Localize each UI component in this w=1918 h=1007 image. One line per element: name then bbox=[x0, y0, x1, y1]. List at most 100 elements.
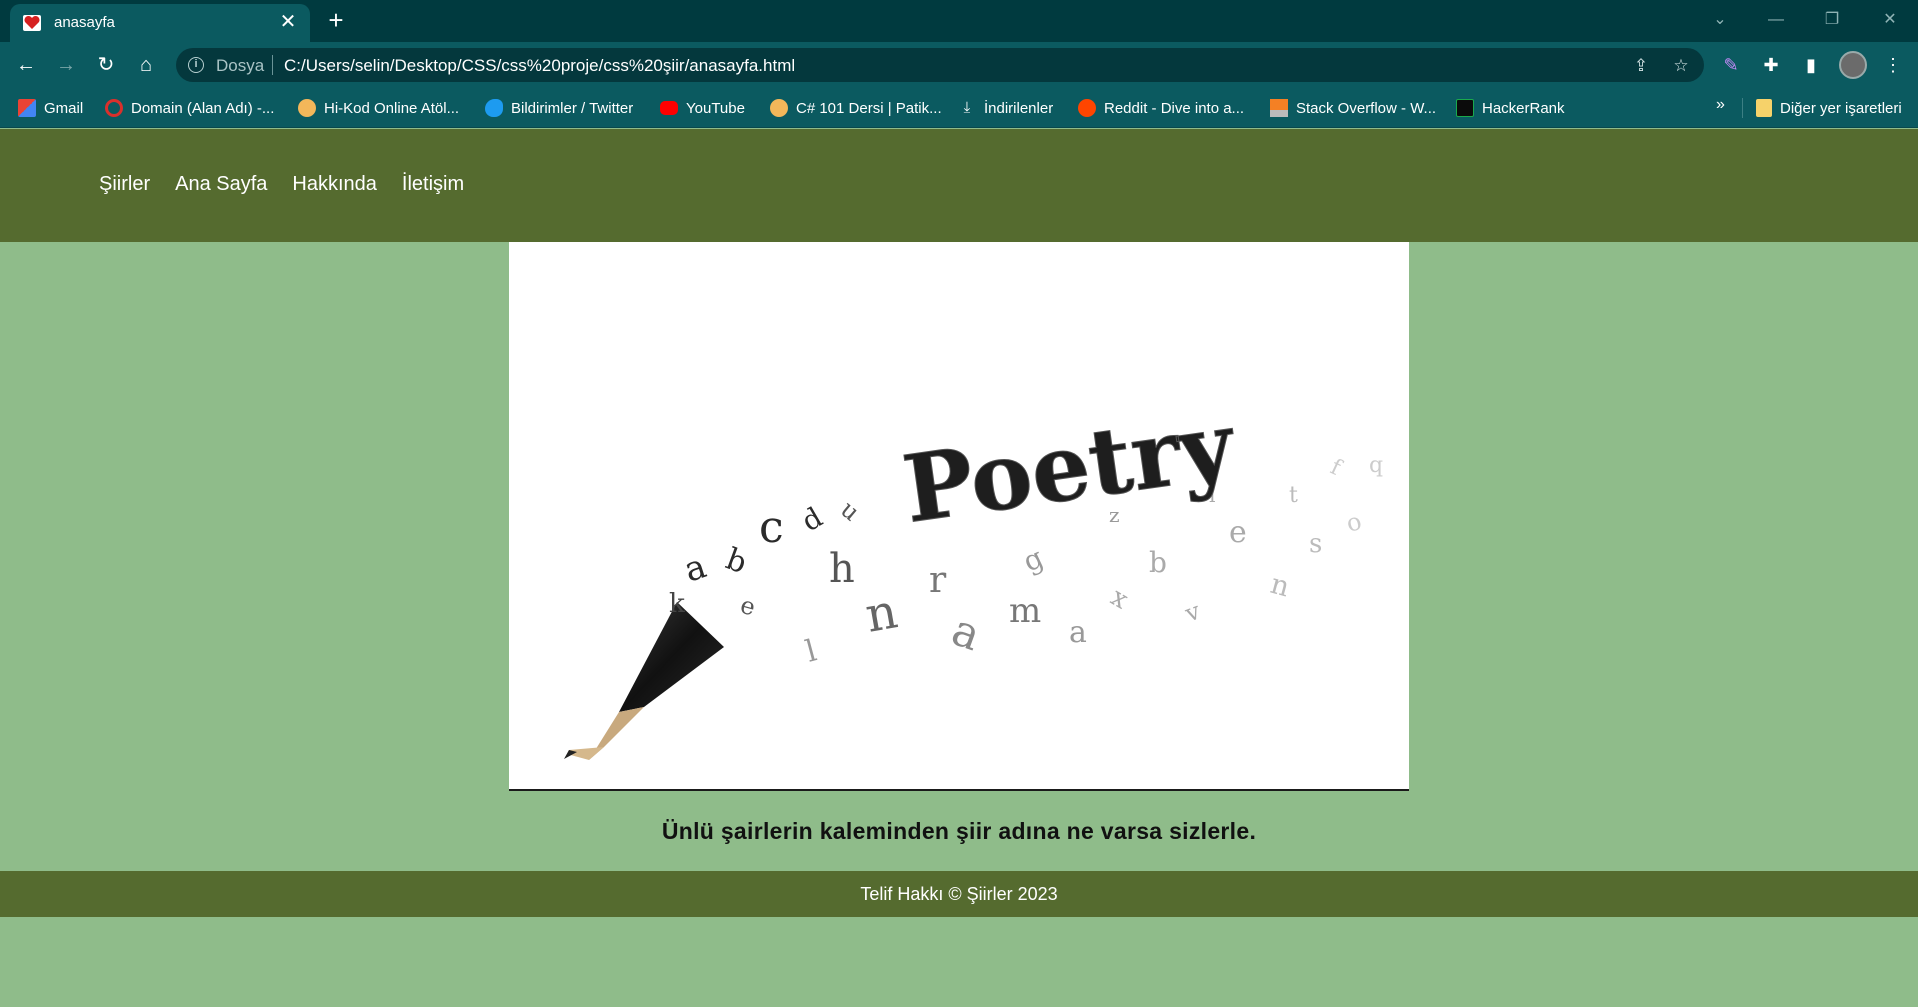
svg-text:q: q bbox=[1369, 453, 1383, 478]
feather-extension-icon[interactable]: ✎ bbox=[1718, 52, 1744, 78]
bookmark-patika[interactable]: C# 101 Dersi | Patik... bbox=[770, 96, 942, 120]
nav-link-iletisim[interactable]: İletişim bbox=[402, 173, 464, 196]
bookmarks-divider bbox=[1742, 98, 1743, 118]
bookmark-other-folder[interactable]: Diğer yer işaretleri bbox=[1756, 96, 1902, 120]
svg-text:g: g bbox=[1018, 541, 1048, 579]
bookmark-label: Hi-Kod Online Atöl... bbox=[324, 99, 460, 117]
browser-titlebar: anasayfa ✕ + ⌄ — ❐ ✕ bbox=[0, 0, 1918, 42]
nav-link-ana-sayfa[interactable]: Ana Sayfa bbox=[175, 173, 267, 196]
info-icon[interactable]: i bbox=[188, 57, 204, 73]
svg-text:c: c bbox=[759, 502, 784, 553]
address-bar[interactable]: i Dosya C:/Users/selin/Desktop/CSS/css%2… bbox=[176, 48, 1704, 82]
bookmark-twitter[interactable]: Bildirimler / Twitter bbox=[485, 96, 633, 120]
bookmark-domain[interactable]: Domain (Alan Adı) -... bbox=[105, 96, 274, 120]
bookmark-gmail[interactable]: Gmail bbox=[18, 96, 83, 120]
url-text[interactable]: C:/Users/selin/Desktop/CSS/css%20proje/c… bbox=[284, 56, 795, 76]
hikod-icon bbox=[298, 99, 316, 117]
svg-text:r: r bbox=[929, 560, 947, 601]
star-icon[interactable]: ☆ bbox=[1670, 55, 1692, 77]
bookmark-label: HackerRank bbox=[1482, 99, 1565, 117]
bookmark-youtube[interactable]: YouTube bbox=[660, 96, 745, 120]
bookmark-label: C# 101 Dersi | Patik... bbox=[796, 99, 942, 117]
reload-icon[interactable]: ↻ bbox=[92, 51, 120, 79]
svg-text:d: d bbox=[796, 500, 828, 538]
bookmark-label: Domain (Alan Adı) -... bbox=[131, 99, 275, 117]
side-panel-icon[interactable]: ▮ bbox=[1798, 52, 1824, 78]
close-window-icon[interactable]: ✕ bbox=[1870, 6, 1910, 34]
tab-search-icon[interactable]: ⌄ bbox=[1700, 6, 1740, 34]
close-tab-icon[interactable]: ✕ bbox=[276, 10, 300, 34]
back-icon[interactable]: ← bbox=[12, 51, 40, 79]
nav-link-siirler[interactable]: Şiirler bbox=[99, 173, 150, 196]
restore-icon[interactable]: ❐ bbox=[1812, 6, 1852, 34]
home-icon[interactable]: ⌂ bbox=[132, 51, 160, 79]
bookmark-label: YouTube bbox=[686, 99, 745, 117]
youtube-icon bbox=[660, 101, 678, 115]
bookmark-label: Diğer yer işaretleri bbox=[1780, 99, 1902, 117]
twitter-icon bbox=[485, 99, 503, 117]
site-header: Şiirler Ana Sayfa Hakkında İletişim bbox=[0, 129, 1918, 242]
browser-toolbar: ← → ↻ ⌂ i Dosya C:/Users/selin/Desktop/C… bbox=[0, 42, 1918, 88]
svg-text:l: l bbox=[802, 633, 820, 669]
bookmarks-bar: Gmail Domain (Alan Adı) -... Hi-Kod Onli… bbox=[0, 88, 1918, 128]
reddit-icon bbox=[1078, 99, 1096, 117]
site-footer: Telif Hakkı © Şiirler 2023 bbox=[0, 871, 1918, 917]
bookmark-label: Bildirimler / Twitter bbox=[511, 99, 634, 117]
extensions-puzzle-icon[interactable]: ✚ bbox=[1758, 52, 1784, 78]
browser-tab[interactable]: anasayfa ✕ bbox=[10, 4, 310, 42]
bookmark-hackerrank[interactable]: HackerRank bbox=[1456, 96, 1565, 120]
svg-text:a: a bbox=[1069, 615, 1087, 650]
profile-avatar[interactable] bbox=[1839, 51, 1867, 79]
bookmark-stackoverflow[interactable]: Stack Overflow - W... bbox=[1270, 96, 1436, 120]
hero-image: a b c d k e h n r a m g a x b v e n s o bbox=[509, 242, 1409, 791]
page-content: Şiirler Ana Sayfa Hakkında İletişim a b … bbox=[0, 129, 1918, 1007]
svg-text:e: e bbox=[737, 591, 758, 622]
security-label: Dosya bbox=[216, 56, 265, 75]
menu-kebab-icon[interactable]: ⋮ bbox=[1880, 52, 1906, 78]
share-icon[interactable]: ⇪ bbox=[1630, 55, 1652, 77]
poetry-pencil-illustration: a b c d k e h n r a m g a x b v e n s o bbox=[564, 390, 1383, 760]
svg-text:a: a bbox=[945, 604, 987, 661]
heart-favicon-icon bbox=[23, 15, 41, 31]
hackerrank-icon bbox=[1456, 99, 1474, 117]
svg-text:h: h bbox=[829, 546, 855, 592]
svg-text:e: e bbox=[1229, 515, 1247, 550]
svg-text:k: k bbox=[669, 589, 685, 619]
domain-icon bbox=[105, 99, 123, 117]
svg-text:m: m bbox=[1009, 591, 1041, 631]
minimize-icon[interactable]: — bbox=[1756, 6, 1796, 34]
gmail-icon bbox=[18, 99, 36, 117]
svg-text:t: t bbox=[1289, 483, 1298, 508]
bookmark-label: Gmail bbox=[44, 99, 84, 117]
svg-text:o: o bbox=[1343, 507, 1364, 538]
copyright-text: Telif Hakkı © Şiirler 2023 bbox=[860, 884, 1058, 904]
bookmarks-overflow-icon[interactable]: » bbox=[1716, 96, 1725, 114]
svg-text:b: b bbox=[721, 542, 751, 581]
svg-text:f: f bbox=[1326, 455, 1346, 482]
bookmark-downloads[interactable]: ⤓ İndirilenler bbox=[958, 96, 1054, 120]
bookmark-label: Reddit - Dive into a... bbox=[1104, 99, 1245, 117]
stackoverflow-icon bbox=[1270, 99, 1288, 117]
folder-icon bbox=[1756, 99, 1772, 117]
omnibox-divider bbox=[272, 55, 273, 75]
svg-text:n: n bbox=[861, 583, 901, 644]
svg-text:x: x bbox=[1106, 582, 1134, 615]
svg-text:s: s bbox=[1309, 529, 1322, 559]
tagline: Ünlü şairlerin kaleminden şiir adına ne … bbox=[661, 818, 1257, 844]
hero-word: Poetry bbox=[897, 390, 1242, 543]
patika-icon bbox=[770, 99, 788, 117]
site-nav: Şiirler Ana Sayfa Hakkında İletişim bbox=[99, 173, 464, 196]
svg-text:b: b bbox=[1149, 546, 1167, 579]
svg-text:n: n bbox=[1267, 567, 1293, 604]
bookmark-label: İndirilenler bbox=[984, 99, 1054, 117]
bookmark-hikod[interactable]: Hi-Kod Online Atöl... bbox=[298, 96, 459, 120]
svg-text:v: v bbox=[1181, 597, 1205, 628]
bookmark-reddit[interactable]: Reddit - Dive into a... bbox=[1078, 96, 1244, 120]
download-icon: ⤓ bbox=[963, 99, 971, 116]
new-tab-button[interactable]: + bbox=[322, 7, 350, 35]
tab-title: anasayfa bbox=[54, 14, 115, 31]
svg-text:u: u bbox=[835, 495, 865, 526]
bookmark-label: Stack Overflow - W... bbox=[1296, 99, 1437, 117]
nav-link-hakkinda[interactable]: Hakkında bbox=[292, 173, 377, 196]
forward-icon[interactable]: → bbox=[52, 51, 80, 79]
